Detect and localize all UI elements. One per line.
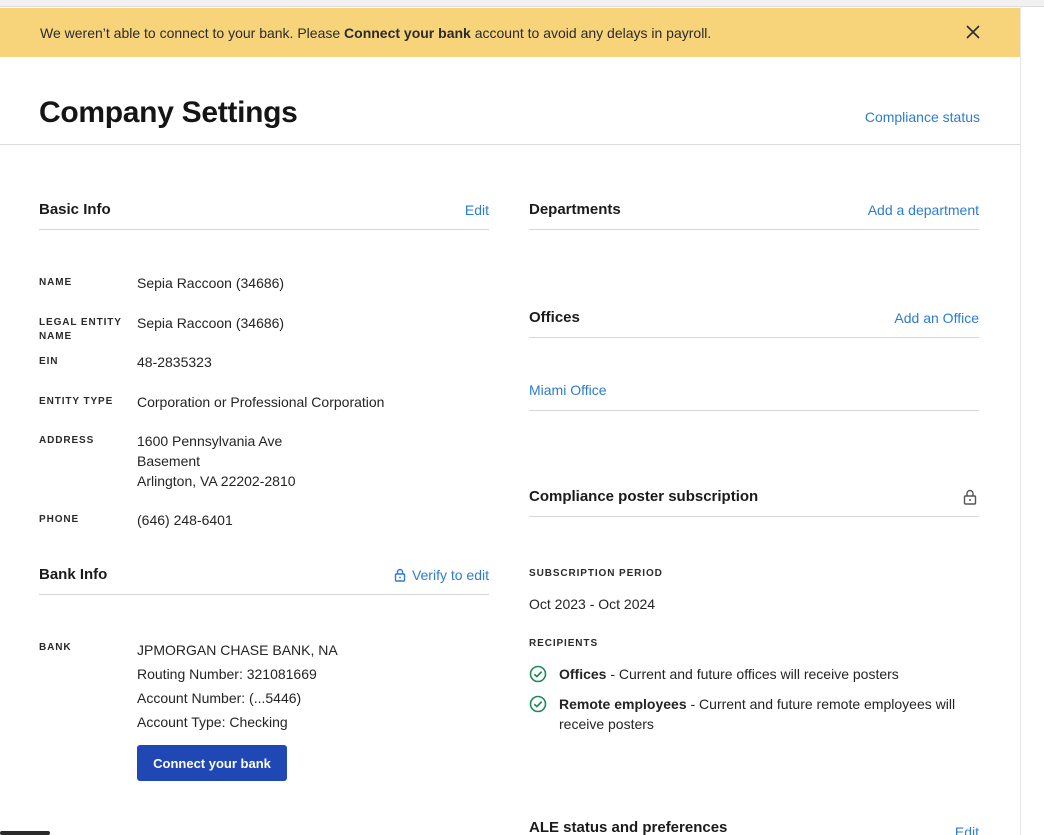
departments-heading: Departments: [529, 201, 621, 218]
bank-alert-banner: We weren’t able to connect to your bank.…: [0, 8, 1020, 57]
legal-entity-label-line1: LEGAL ENTITY: [39, 317, 122, 328]
connect-bank-button[interactable]: Connect your bank: [137, 745, 287, 781]
basic-info-edit-link[interactable]: Edit: [465, 202, 489, 218]
recipient-remote: Remote employees - Current and future re…: [529, 694, 979, 734]
subscription-period-label: SUBSCRIPTION PERIOD: [529, 568, 663, 579]
recipients-label: RECIPIENTS: [529, 638, 599, 649]
check-circle-icon: [529, 695, 547, 713]
recipient-offices: Offices - Current and future offices wil…: [529, 664, 979, 684]
legal-entity-label-line2: NAME: [39, 331, 73, 342]
address-label: ADDRESS: [39, 435, 95, 446]
browser-top-edge: [0, 0, 1044, 7]
bank-name: JPMORGAN CHASE BANK, NA: [137, 642, 338, 658]
entity-type-value: Corporation or Professional Corporation: [137, 394, 385, 410]
entity-type-label: ENTITY TYPE: [39, 396, 114, 407]
phone-value: (646) 248-6401: [137, 512, 233, 528]
page-title: Company Settings: [39, 96, 298, 129]
horizontal-scrollbar-thumb[interactable]: [0, 831, 50, 835]
phone-label: PHONE: [39, 514, 80, 525]
name-label: NAME: [39, 277, 73, 288]
bank-label: BANK: [39, 642, 72, 653]
bank-info-heading: Bank Info: [39, 566, 108, 583]
legal-entity-label: LEGAL ENTITY NAME: [39, 316, 122, 344]
header-divider: [0, 144, 1020, 145]
banner-text-before: We weren’t able to connect to your bank.…: [40, 24, 341, 41]
offices-header: Offices Add an Office: [529, 309, 979, 338]
departments-header: Departments Add a department: [529, 201, 979, 230]
routing-number: Routing Number: 321081669: [137, 666, 317, 682]
check-circle-icon: [529, 665, 547, 683]
basic-info-heading: Basic Info: [39, 201, 111, 218]
lock-icon: [394, 568, 406, 582]
recipient-offices-title: Offices: [559, 666, 607, 682]
basic-info-header: Basic Info Edit: [39, 201, 489, 230]
verify-to-edit-label: Verify to edit: [411, 567, 489, 583]
recipient-remote-title: Remote employees: [559, 696, 687, 712]
account-type: Account Type: Checking: [137, 714, 288, 730]
lock-icon: [963, 489, 977, 505]
ale-header: ALE status and preferences Edit: [529, 819, 979, 835]
recipient-offices-desc: - Current and future offices will receiv…: [606, 666, 899, 682]
add-department-link[interactable]: Add a department: [868, 202, 979, 218]
address-line-3: Arlington, VA 22202-2810: [137, 473, 296, 489]
poster-header: Compliance poster subscription: [529, 488, 979, 517]
ale-edit-link[interactable]: Edit: [955, 824, 979, 835]
banner-text-bold: Connect your bank: [344, 24, 471, 41]
ein-label: EIN: [39, 356, 59, 367]
address-line-2: Basement: [137, 453, 201, 469]
recipient-remote-text: Remote employees - Current and future re…: [559, 694, 979, 734]
add-office-link[interactable]: Add an Office: [894, 310, 979, 326]
ein-value: 48-2835323: [137, 354, 212, 370]
bank-info-header: Bank Info Verify to edit: [39, 566, 489, 595]
legal-entity-value: Sepia Raccoon (34686): [137, 315, 285, 331]
compliance-status-link[interactable]: Compliance status: [865, 109, 980, 125]
banner-text-after: account to avoid any delays in payroll.: [474, 24, 712, 41]
account-number: Account Number: (...5446): [137, 690, 302, 706]
right-gutter: [1020, 7, 1044, 835]
office-link-miami[interactable]: Miami Office: [529, 382, 607, 398]
subscription-period-value: Oct 2023 - Oct 2024: [529, 596, 656, 612]
poster-heading: Compliance poster subscription: [529, 488, 759, 505]
name-value: Sepia Raccoon (34686): [137, 275, 285, 291]
verify-to-edit-link[interactable]: Verify to edit: [394, 567, 489, 583]
ale-heading: ALE status and preferences: [529, 819, 728, 835]
close-icon[interactable]: [960, 22, 986, 44]
recipient-offices-text: Offices - Current and future offices wil…: [559, 664, 899, 684]
offices-heading: Offices: [529, 309, 580, 326]
address-value: 1600 Pennsylvania Ave Basement Arlington…: [137, 431, 296, 491]
address-line-1: 1600 Pennsylvania Ave: [137, 433, 283, 449]
bank-details: JPMORGAN CHASE BANK, NA Routing Number: …: [137, 638, 338, 734]
office-row-divider: [529, 410, 979, 411]
